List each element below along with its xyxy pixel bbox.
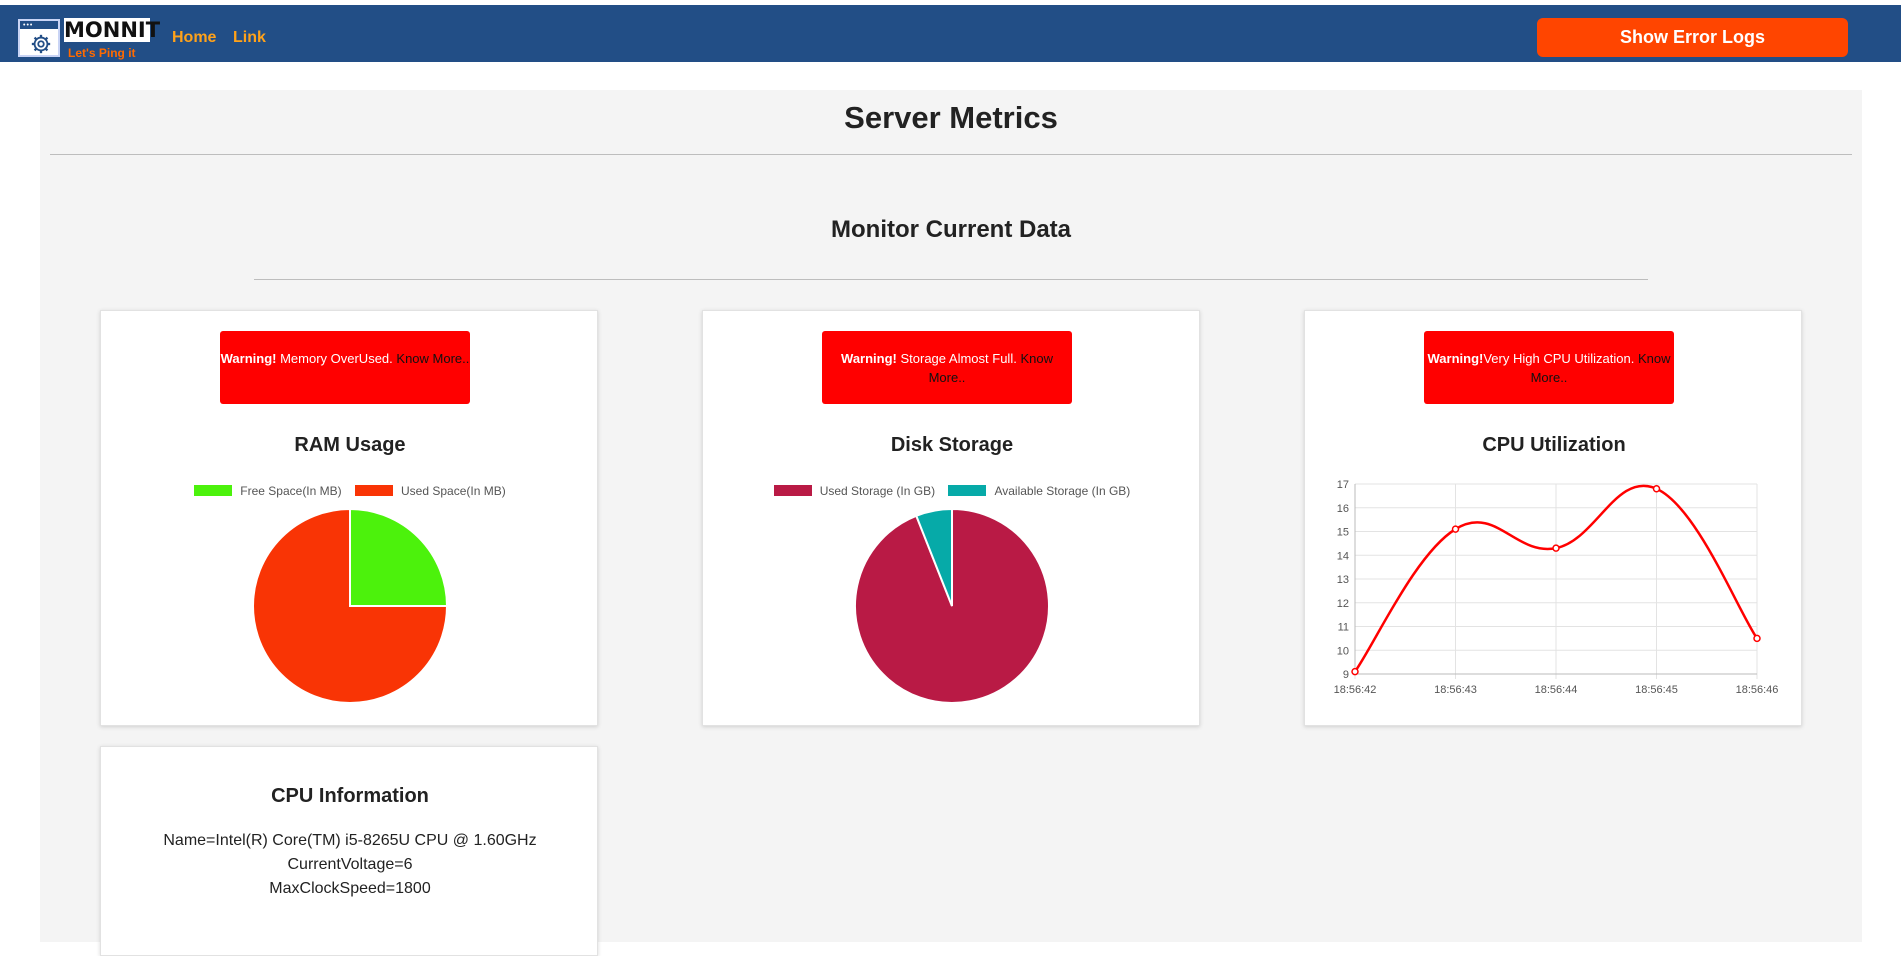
- data-point[interactable]: [1652, 485, 1661, 493]
- cpu-line-chart: 9 10 11 12 13 14 15 16 17 18:56:42 18:56:43 18:56:4…: [1334, 479, 1779, 696]
- pie-slice[interactable]: [854, 507, 1050, 704]
- legend-item[interactable]: Available Storage (In GB): [948, 484, 1130, 498]
- main-panel: Server Metrics Monitor Current Data Warn…: [40, 90, 1862, 956]
- disk-chart-title: Disk Storage: [890, 434, 1014, 456]
- nav-link-link[interactable]: Link: [233, 29, 266, 47]
- cpu-name: Name=Intel(R) Core(TM) i5-8265U CPU @ 1.…: [163, 832, 537, 849]
- legend-swatch: [773, 485, 812, 496]
- y-tick-label: 14: [1337, 550, 1349, 562]
- legend-item[interactable]: Free Space(In MB): [194, 484, 342, 498]
- warning-label: Warning!: [220, 351, 277, 366]
- x-tick-label: 18:56:43: [1434, 684, 1477, 696]
- y-tick-label: 15: [1337, 527, 1349, 539]
- app-logo[interactable]: ••• MONNIT Let's Ping it: [18, 13, 161, 60]
- ram-chart-title: RAM Usage: [294, 434, 406, 456]
- cpu-info-title: CPU Information: [271, 785, 429, 807]
- legend-item[interactable]: Used Storage (In GB): [773, 484, 936, 498]
- cpu-max-clock: MaxClockSpeed=1800: [269, 880, 431, 897]
- cpu-info-details: Name=Intel(R) Core(TM) i5-8265U CPU @ 1.…: [101, 829, 599, 901]
- y-tick-label: 16: [1337, 503, 1349, 515]
- nav-link-home[interactable]: Home: [172, 29, 216, 47]
- y-tick-label: 11: [1338, 622, 1349, 634]
- memory-warning-alert: Warning! Memory OverUsed. Know More..: [220, 331, 470, 404]
- disk-chart-legend: Used Storage (In GB) Available Storage (…: [703, 484, 1201, 498]
- cpu-voltage: CurrentVoltage=6: [287, 856, 413, 873]
- storage-warning-alert: Warning! Storage Almost Full. Know More.…: [822, 331, 1072, 404]
- divider: [50, 154, 1852, 155]
- browser-gear-icon: •••: [18, 19, 60, 57]
- know-more-link[interactable]: Know More..: [393, 351, 469, 366]
- legend-swatch: [355, 485, 393, 496]
- pie-slice[interactable]: [252, 507, 449, 704]
- legend-item[interactable]: Used Space(In MB): [355, 484, 506, 498]
- legend-label: Free Space(In MB): [240, 484, 342, 498]
- warning-text: Storage Almost Full.: [896, 351, 1017, 366]
- x-tick-label: 18:56:46: [1736, 684, 1779, 696]
- x-tick-label: 18:56:44: [1535, 684, 1578, 696]
- divider: [254, 279, 1648, 280]
- data-point[interactable]: [1552, 544, 1560, 552]
- navbar: ••• MONNIT Let's Ping it Home Link Show: [0, 5, 1901, 62]
- warning-text: Memory OverUsed.: [276, 351, 393, 366]
- y-tick-label: 13: [1337, 574, 1349, 586]
- data-point[interactable]: [1753, 634, 1761, 643]
- logo-wordmark: MONNIT: [64, 18, 161, 42]
- legend-label: Available Storage (In GB): [994, 484, 1131, 498]
- y-tick-label: 17: [1337, 479, 1349, 491]
- legend-swatch: [948, 485, 987, 496]
- page-title: Server Metrics: [844, 100, 1058, 135]
- y-tick-label: 9: [1343, 669, 1349, 681]
- data-point[interactable]: [1451, 525, 1460, 533]
- pie-slice[interactable]: [914, 507, 953, 607]
- cpu-utilization-card: Warning!Very High CPU Utilization. Know …: [1304, 310, 1802, 726]
- legend-label: Used Storage (In GB): [819, 484, 936, 498]
- y-tick-label: 10: [1337, 645, 1349, 657]
- ram-chart-legend: Free Space(In MB) Used Space(In MB): [101, 484, 599, 498]
- y-tick-label: 12: [1337, 598, 1349, 610]
- x-tick-label: 18:56:45: [1635, 684, 1678, 696]
- legend-swatch: [194, 485, 233, 496]
- x-tick-label: 18:56:42: [1334, 684, 1377, 696]
- logo-tagline: Let's Ping it: [68, 46, 136, 60]
- warning-label: Warning!: [841, 351, 897, 366]
- section-title: Monitor Current Data: [831, 216, 1071, 243]
- show-error-logs-button[interactable]: Show Error Logs: [1537, 18, 1848, 57]
- ram-usage-card: Warning! Memory OverUsed. Know More.. RA…: [100, 310, 598, 726]
- cpu-information-card: CPU Information Name=Intel(R) Core(TM) i…: [100, 746, 598, 956]
- data-point[interactable]: [1351, 667, 1359, 676]
- pie-slice[interactable]: [349, 507, 449, 607]
- disk-storage-card: Warning! Storage Almost Full. Know More.…: [702, 310, 1200, 726]
- legend-label: Used Space(In MB): [401, 484, 506, 498]
